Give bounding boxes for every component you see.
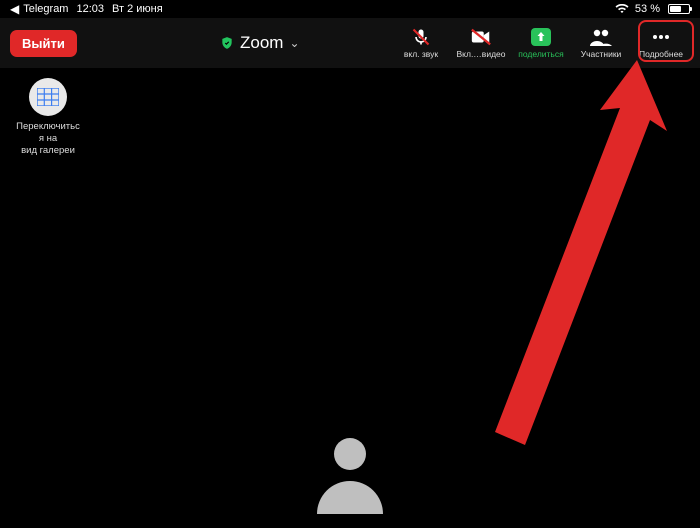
battery-icon bbox=[666, 4, 690, 14]
status-time: 12:03 bbox=[76, 3, 104, 15]
more-button[interactable]: Подробнее bbox=[632, 27, 690, 59]
grid-icon bbox=[29, 78, 67, 116]
audio-button[interactable]: вкл. звук bbox=[392, 27, 450, 59]
share-button[interactable]: поделиться bbox=[512, 27, 570, 59]
video-button[interactable]: Вкл.…видео bbox=[452, 27, 510, 59]
shield-icon bbox=[220, 36, 234, 50]
gallery-label-line1: Переключитьс bbox=[8, 121, 88, 133]
more-icon bbox=[651, 27, 671, 47]
participant-avatar bbox=[305, 426, 395, 516]
participants-button[interactable]: Участники bbox=[572, 27, 630, 59]
battery-pct: 53 % bbox=[635, 3, 660, 15]
status-bar: ◀ Telegram 12:03 Вт 2 июня 53 % bbox=[0, 0, 700, 18]
back-app-label[interactable]: Telegram bbox=[23, 3, 68, 15]
status-date: Вт 2 июня bbox=[112, 3, 163, 15]
audio-label: вкл. звук bbox=[404, 49, 438, 59]
participants-icon bbox=[589, 27, 613, 47]
share-icon bbox=[531, 27, 551, 47]
leave-button[interactable]: Выйти bbox=[10, 30, 77, 57]
mic-muted-icon bbox=[411, 27, 431, 47]
wifi-icon bbox=[615, 4, 629, 14]
gallery-label-line2: я на bbox=[8, 133, 88, 145]
more-label: Подробнее bbox=[639, 49, 683, 59]
chevron-down-icon: ⌄ bbox=[289, 36, 299, 50]
meeting-title[interactable]: Zoom ⌄ bbox=[220, 33, 300, 53]
gallery-label-line3: вид галереи bbox=[8, 145, 88, 157]
gallery-view-button[interactable]: Переключитьс я на вид галереи bbox=[8, 78, 88, 157]
meeting-toolbar: Выйти Zoom ⌄ вкл. звук Вкл.…видео bbox=[0, 18, 700, 68]
participants-label: Участники bbox=[581, 49, 622, 59]
camera-off-icon bbox=[470, 27, 492, 47]
back-caret-icon[interactable]: ◀ bbox=[10, 2, 19, 16]
video-label: Вкл.…видео bbox=[457, 49, 506, 59]
share-label: поделиться bbox=[518, 49, 563, 59]
meeting-title-text: Zoom bbox=[240, 33, 283, 53]
